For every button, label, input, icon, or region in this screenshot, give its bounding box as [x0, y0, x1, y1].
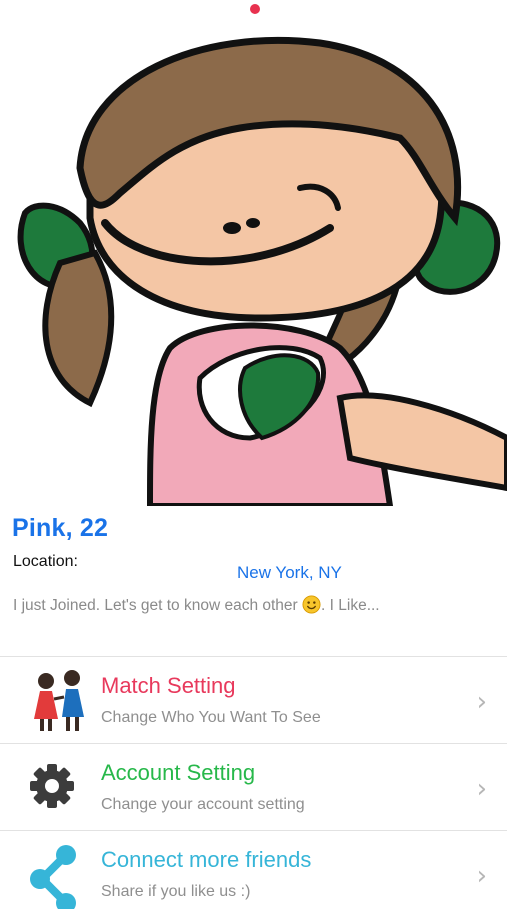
connect-friends-subtitle: Share if you like us :) — [101, 883, 251, 900]
profile-name-age: Pink, 22 — [12, 514, 109, 542]
page-indicator-dot — [250, 4, 260, 14]
profile-bio: I just Joined. Let's get to know each ot… — [13, 595, 380, 615]
chevron-right-icon: › — [476, 774, 487, 804]
account-setting-row[interactable]: Account Setting Change your account sett… — [0, 744, 507, 830]
connect-friends-row[interactable]: Connect more friends Share if you like u… — [0, 831, 507, 917]
chevron-right-icon: › — [476, 861, 487, 891]
share-icon — [24, 843, 94, 913]
bio-suffix: . I Like... — [321, 597, 380, 614]
profile-photo[interactable] — [0, 18, 507, 506]
smiling-face-emoji-icon — [302, 595, 321, 614]
account-setting-subtitle: Change your account setting — [101, 796, 305, 813]
match-setting-row[interactable]: Match Setting Change Who You Want To See… — [0, 657, 507, 743]
chevron-right-icon: › — [476, 687, 487, 717]
location-label: Location: — [13, 553, 78, 570]
match-setting-title: Match Setting — [101, 673, 236, 698]
gear-icon — [24, 756, 94, 822]
match-setting-subtitle: Change Who You Want To See — [101, 709, 321, 726]
bio-text: I just Joined. Let's get to know each ot… — [13, 597, 298, 614]
account-setting-title: Account Setting — [101, 760, 256, 785]
connect-friends-title: Connect more friends — [101, 847, 312, 872]
settings-menu: Match Setting Change Who You Want To See… — [0, 656, 507, 917]
couple-icon — [24, 669, 94, 735]
location-value: New York, NY — [237, 563, 342, 582]
